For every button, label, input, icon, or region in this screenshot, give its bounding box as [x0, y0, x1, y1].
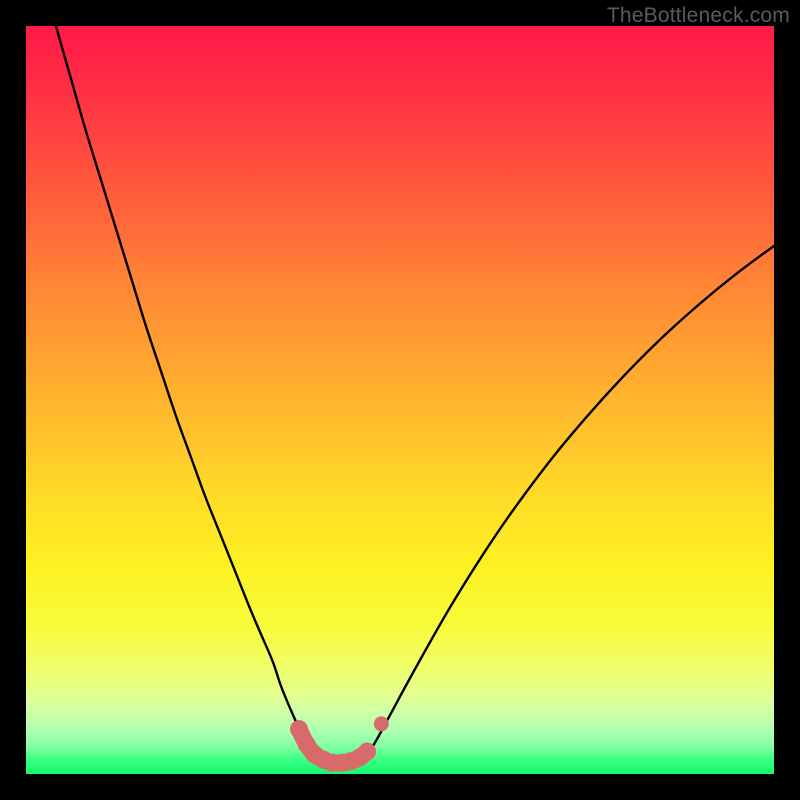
chart-frame: TheBottleneck.com [0, 0, 800, 800]
isolated-marker [374, 716, 389, 731]
marker-dots-group [290, 720, 376, 772]
marker-dot [358, 743, 376, 761]
bottleneck-curve [56, 26, 774, 764]
watermark-text: TheBottleneck.com [607, 4, 790, 28]
plot-area [26, 26, 774, 774]
curve-layer [26, 26, 774, 774]
